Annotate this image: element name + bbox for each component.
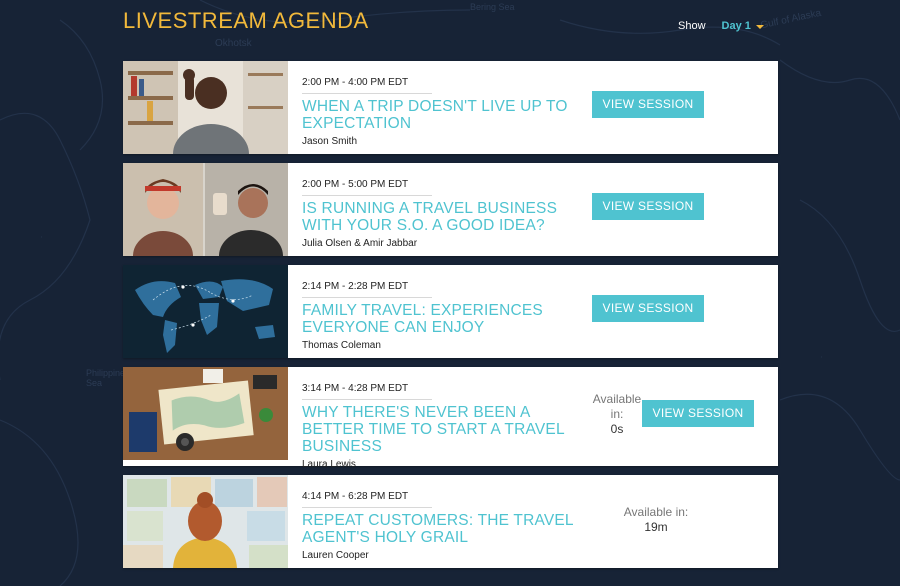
session-time: 4:14 PM - 6:28 PM EDT	[302, 491, 432, 508]
session-thumbnail	[123, 61, 288, 154]
available-value: 19m	[644, 520, 668, 534]
session-thumbnail	[123, 367, 288, 460]
chevron-down-icon	[755, 25, 764, 29]
session-time: 2:00 PM - 4:00 PM EDT	[302, 77, 432, 94]
session-info: 3:14 PM - 4:28 PM EDT WHY THERE'S NEVER …	[302, 378, 582, 470]
svg-text:·: ·	[820, 353, 823, 363]
session-time: 2:00 PM - 5:00 PM EDT	[302, 179, 432, 196]
session-speaker: Jason Smith	[302, 136, 358, 147]
session-thumbnail	[123, 475, 288, 568]
day-select-value: Day 1	[721, 20, 751, 32]
availability-countdown: Available in: 0s	[585, 392, 649, 437]
session-time: 2:14 PM - 2:28 PM EDT	[302, 281, 432, 298]
agenda-header: LIVESTREAM AGENDA Show Day 1	[123, 8, 900, 48]
session-speaker: Thomas Coleman	[302, 340, 381, 351]
day-select-dropdown[interactable]: Day 1	[722, 20, 764, 32]
session-thumbnail	[123, 163, 288, 256]
session-card: 2:14 PM - 2:28 PM EDT FAMILY TRAVEL: EXP…	[123, 265, 778, 358]
show-label: Show	[678, 20, 706, 32]
session-speaker: Laura Lewis	[302, 459, 356, 470]
available-label: Available in:	[623, 505, 689, 519]
session-info: 2:14 PM - 2:28 PM EDT FAMILY TRAVEL: EXP…	[302, 276, 582, 351]
session-info: 2:00 PM - 5:00 PM EDT IS RUNNING A TRAVE…	[302, 174, 582, 249]
session-info: 4:14 PM - 6:28 PM EDT REPEAT CUSTOMERS: …	[302, 486, 582, 561]
session-card: 3:14 PM - 4:28 PM EDT WHY THERE'S NEVER …	[123, 367, 778, 470]
session-title: WHY THERE'S NEVER BEEN A BETTER TIME TO …	[302, 404, 565, 455]
available-value: 0s	[610, 422, 624, 436]
map-label-philippine-sea: Philippine Sea	[86, 368, 126, 388]
session-info: 2:00 PM - 4:00 PM EDT WHEN A TRIP DOESN'…	[302, 72, 582, 147]
svg-text:·: ·	[40, 233, 43, 243]
page-title: LIVESTREAM AGENDA	[123, 8, 369, 33]
session-title: FAMILY TRAVEL: EXPERIENCES EVERYONE CAN …	[302, 302, 543, 336]
view-session-button[interactable]: VIEW SESSION	[592, 193, 704, 220]
session-speaker: Lauren Cooper	[302, 550, 369, 561]
session-card: 2:00 PM - 5:00 PM EDT IS RUNNING A TRAVE…	[123, 163, 778, 256]
session-speaker: Julia Olsen & Amir Jabbar	[302, 238, 418, 249]
view-session-button[interactable]: VIEW SESSION	[642, 400, 754, 427]
view-session-button[interactable]: VIEW SESSION	[592, 91, 704, 118]
session-title: IS RUNNING A TRAVEL BUSINESS WITH YOUR S…	[302, 200, 558, 234]
view-session-button[interactable]: VIEW SESSION	[592, 295, 704, 322]
session-card: 2:00 PM - 4:00 PM EDT WHEN A TRIP DOESN'…	[123, 61, 778, 154]
session-thumbnail	[123, 265, 288, 358]
day-filter: Show Day 1	[678, 20, 764, 32]
session-card: 4:14 PM - 6:28 PM EDT REPEAT CUSTOMERS: …	[123, 475, 778, 568]
available-label: Available in:	[592, 392, 642, 421]
session-title: REPEAT CUSTOMERS: THE TRAVEL AGENT'S HOL…	[302, 512, 574, 546]
session-title: WHEN A TRIP DOESN'T LIVE UP TO EXPECTATI…	[302, 98, 568, 132]
availability-countdown: Available in: 19m	[613, 505, 699, 535]
session-time: 3:14 PM - 4:28 PM EDT	[302, 383, 432, 400]
